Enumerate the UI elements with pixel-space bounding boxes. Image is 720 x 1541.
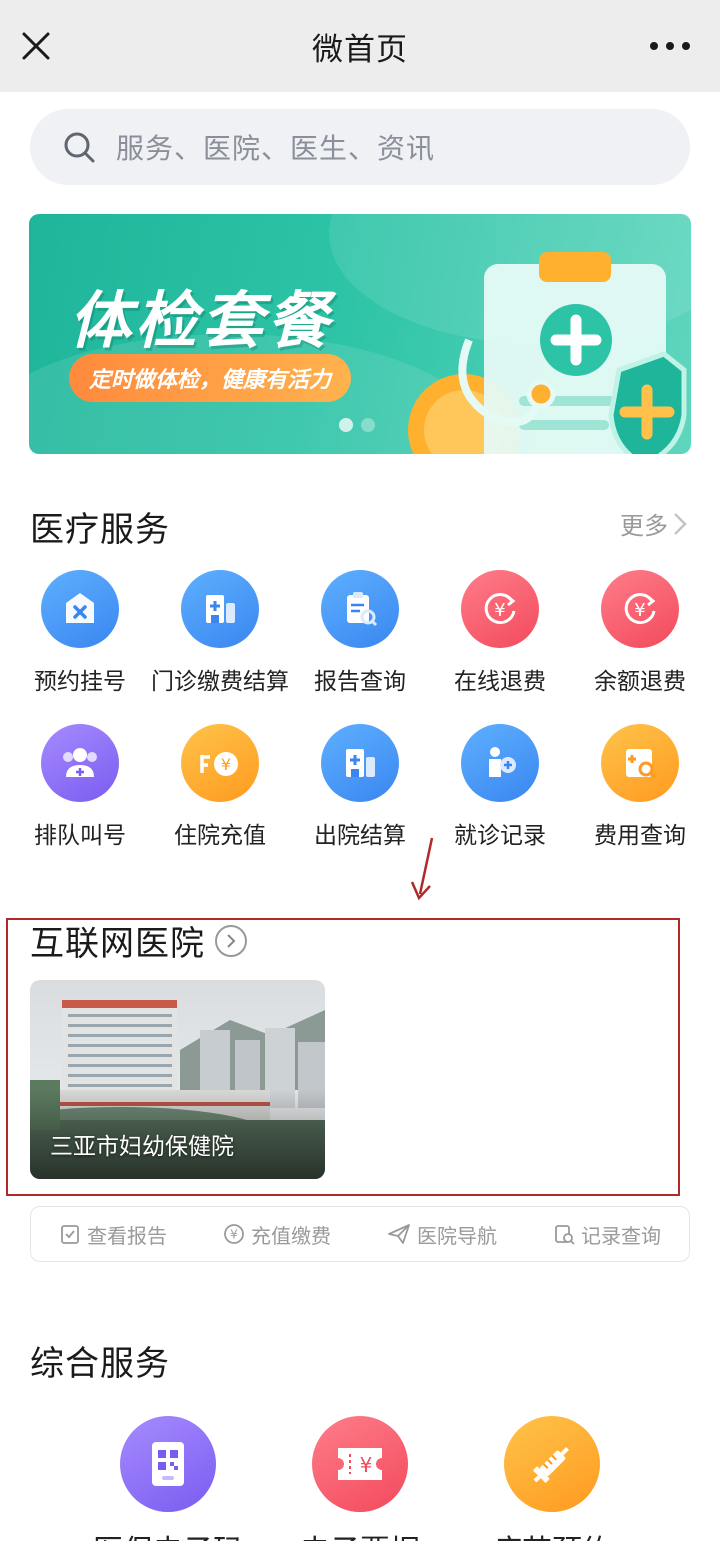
more-label: 更多 [620,512,668,540]
annotation-arrow-icon [410,837,434,901]
chevron-right-icon [674,512,687,535]
hospital-quick-actions: 查看报告 ¥ 充值缴费 医院导航 记录查询 [30,1206,690,1262]
yuan-recharge-icon: ¥ [181,724,259,802]
search-placeholder: 服务、医院、医生、资讯 [116,132,436,165]
service-label: 费用查询 [594,823,686,849]
action-navigation[interactable]: 医院导航 [387,1220,497,1249]
queue-users-icon [41,724,119,802]
section-title-general: 综合服务 [30,1344,170,1384]
section-title-internet-hospital: 互联网医院 [30,924,205,964]
svg-text:¥: ¥ [230,1228,238,1242]
action-label: 医院导航 [417,1223,497,1248]
service-inpatient-recharge[interactable]: ¥ 住院充值 [150,724,290,850]
page-title: 微首页 [312,31,408,68]
service-label: 就诊记录 [454,823,546,849]
medical-row-2: 排队叫号 ¥ 住院充值 出院结算 就诊记录 费用查询 [10,724,710,850]
action-label: 记录查询 [581,1223,661,1248]
service-online-refund[interactable]: ¥ 在线退费 [430,570,570,696]
yuan-refund-icon: ¥ [601,570,679,648]
paper-plane-icon [388,1224,410,1244]
report-search-icon [321,570,399,648]
more-icon[interactable] [650,42,690,50]
service-label: 余额退费 [594,669,686,695]
service-insurance-code[interactable]: 医保电子码 [78,1416,258,1541]
internet-hospital-header[interactable]: 互联网医院 [30,916,247,965]
banner-title: 体检套餐 [69,284,334,357]
hospital-card[interactable]: 三亚市妇幼保健院 [30,980,325,1179]
patient-record-icon [461,724,539,802]
hospital-name: 三亚市妇幼保健院 [50,1134,234,1160]
svg-text:¥: ¥ [360,1453,373,1477]
medical-row-1: 预约挂号 门诊缴费结算 报告查询 ¥ 在线退费 ¥ 余额退费 [10,570,710,696]
action-recharge[interactable]: ¥ 充值缴费 [223,1220,331,1249]
service-label: 电子票据 [300,1526,420,1541]
service-visit-records[interactable]: 就诊记录 [430,724,570,850]
promo-banner[interactable]: 体检套餐 定时做体检，健康有活力 [29,214,691,454]
service-e-invoice[interactable]: ¥ 电子票据 [270,1416,450,1541]
clipboard-medical-icon [408,252,687,454]
fee-search-icon [601,724,679,802]
service-balance-refund[interactable]: ¥ 余额退费 [570,570,710,696]
service-outpatient-payment[interactable]: 门诊缴费结算 [150,570,290,696]
page: 微首页 服务、医院、医生、资讯 体检套餐 定时做体检，健康有活力 医疗服务 更多… [0,0,720,1541]
chevron-right-circle-icon [215,924,247,957]
section-title-medical: 医疗服务 [30,510,170,550]
service-label: 门诊缴费结算 [151,669,289,695]
close-icon[interactable] [20,30,52,62]
service-appointment[interactable]: 预约挂号 [10,570,150,696]
action-view-report[interactable]: 查看报告 [59,1220,167,1249]
service-report-query[interactable]: 报告查询 [290,570,430,696]
service-discharge-settlement[interactable]: 出院结算 [290,724,430,850]
service-queue[interactable]: 排队叫号 [10,724,150,850]
svg-text:¥: ¥ [494,600,505,621]
yuan-refund-icon: ¥ [461,570,539,648]
building-icon [321,724,399,802]
service-label: 排队叫号 [34,823,126,849]
yuan-ticket-icon: ¥ [312,1416,408,1512]
qr-card-icon [120,1416,216,1512]
more-link[interactable]: 更多 [620,506,688,541]
service-label: 住院充值 [174,823,266,849]
service-label: 预约挂号 [34,669,126,695]
action-label: 查看报告 [87,1223,167,1248]
action-label: 充值缴费 [251,1223,331,1248]
record-search-icon [555,1225,575,1245]
action-record-query[interactable]: 记录查询 [553,1220,661,1249]
general-services-row: 医保电子码 ¥ 电子票据 疫苗预约 [30,1416,690,1541]
service-label: 医保电子码 [93,1526,243,1541]
svg-text:¥: ¥ [634,600,645,621]
clipboard-check-icon [61,1225,79,1244]
service-fee-query[interactable]: 费用查询 [570,724,710,850]
ticket-icon [41,570,119,648]
banner-pagination [339,418,375,432]
service-vaccine-booking[interactable]: 疫苗预约 [462,1416,642,1541]
service-label: 疫苗预约 [492,1526,612,1541]
search-icon [64,132,95,163]
syringe-icon [504,1416,600,1512]
building-icon [181,570,259,648]
service-label: 出院结算 [314,823,406,849]
search-input[interactable]: 服务、医院、医生、资讯 [30,109,690,185]
top-bar: 微首页 [0,0,720,92]
yuan-coin-icon: ¥ [224,1224,244,1244]
service-label: 在线退费 [454,669,546,695]
service-label: 报告查询 [314,669,406,695]
banner-subtitle: 定时做体检，健康有活力 [69,354,352,402]
svg-text:¥: ¥ [221,755,231,774]
